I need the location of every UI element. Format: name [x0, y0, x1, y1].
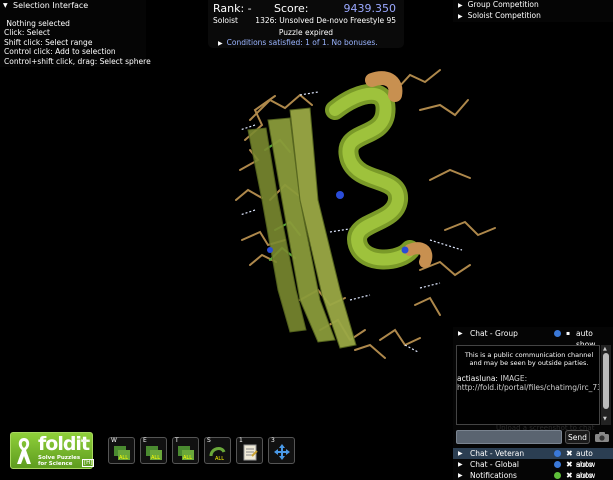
chat-tab-group[interactable]: ▶ Chat - Group ▪ auto show [453, 328, 613, 349]
recipe-button[interactable]: 1 [236, 437, 263, 464]
close-icon[interactable]: ✖ [566, 448, 573, 459]
expand-arrow-icon: ▶ [218, 40, 223, 47]
score-label: Score: [274, 2, 309, 15]
chat-tab-label: Notifications [470, 471, 517, 480]
foldit-logo[interactable]: foldit beta Solve Puzzles for Science [H… [10, 432, 95, 469]
expand-arrow-icon: ▶ [458, 461, 463, 468]
selection-help-line: Control click: Add to selection [4, 47, 116, 57]
puzzle-name: 1326: Unsolved De-novo Freestyle 95 [255, 16, 396, 25]
svg-text:ALL: ALL [183, 455, 192, 461]
collapse-arrow-icon[interactable]: ▼ [3, 0, 8, 11]
camera-icon[interactable] [594, 431, 610, 443]
tweak-all-button[interactable]: T ALL [172, 437, 199, 464]
close-icon[interactable]: ▪ [566, 328, 570, 339]
selection-interface-title: Selection Interface [13, 1, 89, 10]
chat-message-text: IMAGE: [497, 374, 528, 383]
mode-label: Soloist [213, 16, 238, 25]
expand-arrow-icon: ▶ [458, 330, 463, 337]
rank-label: Rank: - [213, 2, 252, 15]
logo-tagline: Solve Puzzles for Science [38, 455, 80, 467]
wiggle-all-icon: ALL [114, 446, 130, 461]
chat-message-link[interactable]: http://fold.it/portal/files/chatimg/irc_… [457, 383, 599, 392]
svg-text:ALL: ALL [151, 455, 160, 461]
logo-tagline-line: for Science [38, 461, 73, 467]
chat-notice: This is a public communication channel a… [464, 351, 594, 367]
svg-text:ALL: ALL [119, 455, 128, 461]
wiggle-all-button[interactable]: W ALL [108, 437, 135, 464]
chat-tab-veteran[interactable]: ▶ Chat - Veteran ✖ auto show [453, 448, 613, 469]
chat-tab-label: Chat - Global [470, 460, 519, 469]
shake-all-button[interactable]: E ALL [140, 437, 167, 464]
chat-scrollbar[interactable]: ▲ ▼ [601, 345, 611, 425]
chat-panel: ▶ Chat - Group ▪ auto show This is a pub… [453, 327, 613, 480]
score-value: 9439.350 [343, 2, 397, 15]
conditions-text: Conditions satisfied: 1 of 1. No bonuses… [226, 38, 378, 47]
ribbon-icon [17, 438, 31, 464]
selection-interface-panel: ▼ Selection Interface Nothing selected C… [0, 0, 151, 67]
info-icon[interactable] [554, 461, 561, 468]
chat-input[interactable] [456, 430, 562, 444]
online-status-icon[interactable] [554, 472, 561, 479]
scroll-down-icon[interactable]: ▼ [603, 416, 607, 422]
group-competition-label: Group Competition [467, 0, 539, 9]
info-icon[interactable] [554, 330, 561, 337]
selection-interface-header[interactable]: ▼ Selection Interface [0, 0, 146, 12]
close-icon[interactable]: ✖ [566, 470, 573, 480]
puzzle-status: Puzzle expired [278, 28, 334, 37]
chat-tab-label: Chat - Group [470, 329, 518, 338]
info-icon[interactable] [554, 450, 561, 457]
recipe-notepad-icon [243, 444, 258, 461]
auto-show-label[interactable]: auto show [576, 470, 613, 480]
move-arrows-icon [274, 444, 290, 460]
shake-sidechains-icon: ALL [209, 447, 226, 462]
move-tool-button[interactable]: 3 [268, 437, 295, 464]
selection-help-line: Shift click: Select range [4, 37, 93, 47]
selection-help-text: Nothing selected Click: Select Shift cli… [4, 19, 151, 66]
close-icon[interactable]: ✖ [566, 459, 573, 470]
shake-all-icon: ALL [146, 446, 162, 461]
competition-panel: ▶ Group Competition ▶ Soloist Competition [453, 0, 613, 22]
tweak-all-icon: ALL [178, 446, 194, 461]
send-button[interactable]: Send [565, 430, 590, 444]
chat-tab-global[interactable]: ▶ Chat - Global ✖ auto show [453, 459, 613, 480]
logo-hotkey: [H] [82, 459, 95, 467]
group-competition-toggle[interactable]: ▶ Group Competition [458, 0, 539, 9]
shake-sidechains-button[interactable]: S ALL [204, 437, 231, 464]
chat-username: actiasluna: [457, 374, 498, 383]
chat-tab-label: Chat - Veteran [470, 449, 525, 458]
logo-version: beta [81, 438, 91, 443]
chat-log[interactable]: This is a public communication channel a… [456, 345, 600, 425]
scrollbar-thumb[interactable] [603, 353, 609, 409]
chat-message: actiasluna: IMAGE: [457, 374, 527, 383]
expand-arrow-icon: ▶ [458, 450, 463, 457]
scroll-up-icon[interactable]: ▲ [603, 346, 607, 352]
chat-tab-notifications[interactable]: ▶ Notifications ✖ auto show [453, 470, 613, 480]
expand-arrow-icon: ▶ [458, 13, 463, 20]
selection-status: Nothing selected [4, 19, 70, 28]
selection-help-line: Control+shift click, drag: Select sphere [4, 56, 151, 66]
conditions-toggle[interactable]: ▶ Conditions satisfied: 1 of 1. No bonuse… [218, 38, 378, 47]
soloist-competition-label: Soloist Competition [467, 11, 541, 20]
svg-text:ALL: ALL [215, 456, 224, 462]
selection-help-line: Click: Select [4, 28, 50, 38]
soloist-competition-toggle[interactable]: ▶ Soloist Competition [458, 11, 541, 20]
expand-arrow-icon: ▶ [458, 472, 463, 479]
logo-text: foldit [38, 433, 90, 455]
expand-arrow-icon: ▶ [458, 2, 463, 9]
